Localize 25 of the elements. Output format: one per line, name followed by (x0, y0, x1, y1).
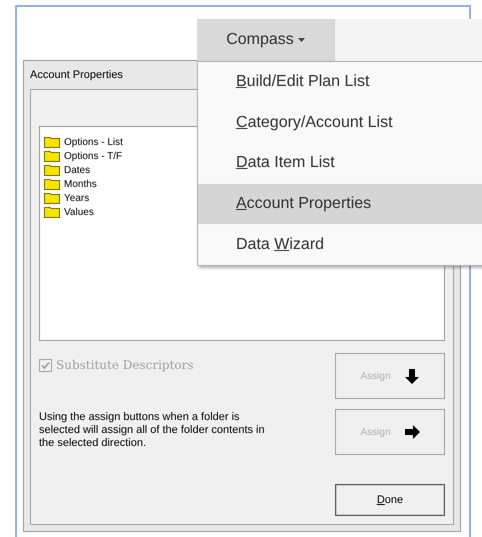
tree-item[interactable]: Values (64, 204, 94, 220)
compass-menu[interactable]: Compass (197, 19, 334, 61)
down-arrow-icon (404, 368, 420, 384)
help-text: Using the assign buttons when a folder is selected will assign all of the folder contents in the selected direction. (39, 411, 266, 450)
folder-icon (44, 178, 60, 190)
tree-item[interactable]: Dates (64, 162, 90, 178)
menu-item[interactable]: Category/Account List (198, 102, 482, 144)
menu-item[interactable]: Data Item List (198, 143, 482, 184)
done-button[interactable]: Done (335, 484, 445, 516)
folder-icon (44, 136, 60, 148)
tree-item[interactable]: Options - List (64, 134, 123, 150)
window-title: Account Properties (30, 68, 123, 83)
folder-icon (44, 164, 60, 176)
dropdown-caret-icon (298, 38, 305, 42)
menu-item[interactable]: Data Wizard (198, 224, 482, 265)
checkbox-label: Substitute Descriptors (56, 357, 194, 374)
folder-icon (44, 206, 60, 218)
right-arrow-icon (404, 424, 420, 440)
menu-item[interactable]: Build/Edit Plan List (198, 62, 482, 103)
tree-item[interactable]: Months (64, 176, 97, 192)
folder-icon (44, 192, 60, 204)
menu-item[interactable]: Account Properties (198, 184, 482, 224)
folder-icon (44, 150, 60, 162)
tree-item[interactable]: Options - T/F (64, 148, 122, 164)
tree-item[interactable]: Years (64, 190, 90, 206)
